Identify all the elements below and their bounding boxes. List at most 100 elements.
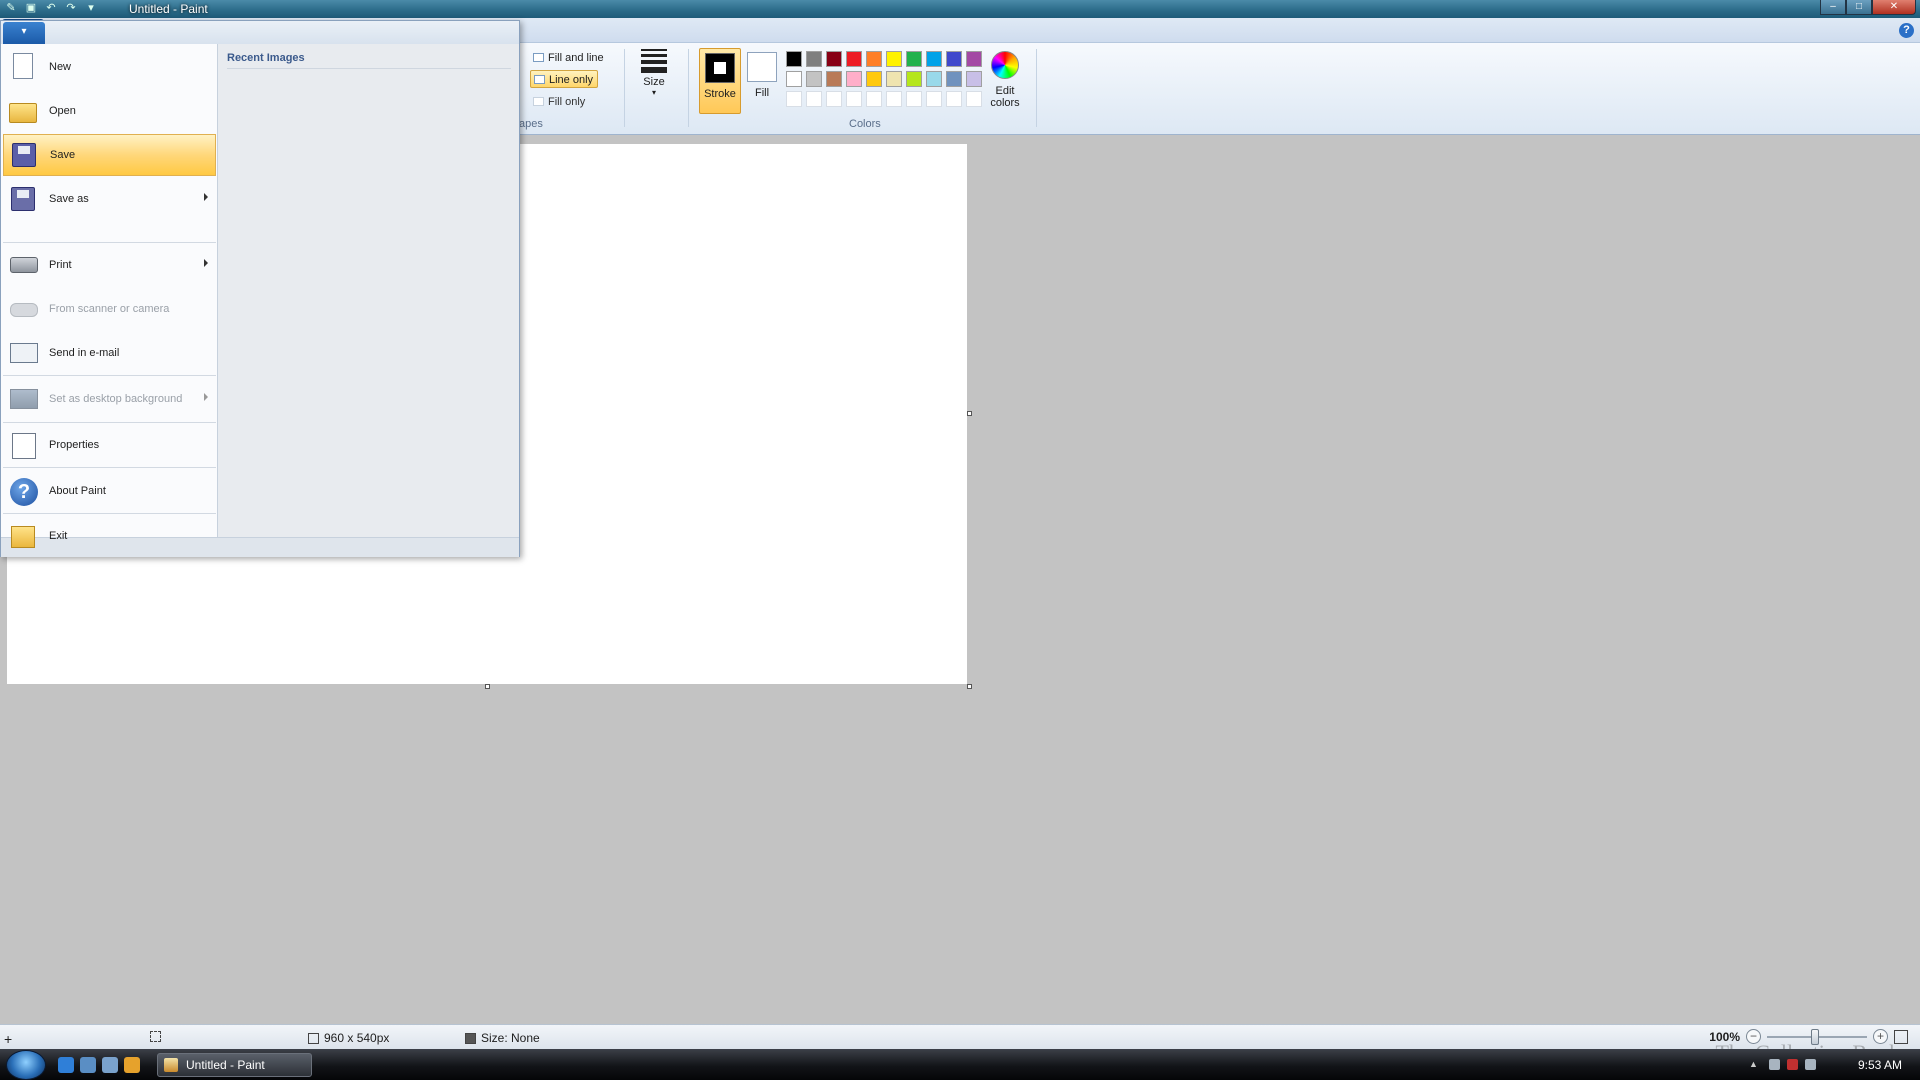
switch-windows-icon[interactable] <box>102 1057 118 1073</box>
menu-separator <box>3 513 216 514</box>
paint-app-icon[interactable]: ✎ <box>4 1 18 15</box>
menu-item-send-email[interactable]: Send in e-mail <box>3 332 216 374</box>
palette-color-swatch[interactable] <box>946 91 962 107</box>
exit-icon <box>7 520 41 552</box>
clock[interactable]: 9:53 AM <box>1858 1058 1902 1072</box>
size-button[interactable]: Size ▾ <box>636 49 672 109</box>
menu-separator <box>3 467 216 468</box>
palette-color-swatch[interactable] <box>946 51 962 67</box>
quick-access-toolbar: ✎ ▣ ↶ ↷ ▾ <box>4 1 98 15</box>
save-icon[interactable]: ▣ <box>24 1 38 15</box>
palette-color-swatch[interactable] <box>966 71 982 87</box>
palette-color-swatch[interactable] <box>826 51 842 67</box>
show-desktop-icon[interactable] <box>80 1057 96 1073</box>
palette-color-swatch[interactable] <box>966 51 982 67</box>
palette-color-swatch[interactable] <box>786 71 802 87</box>
menu-item-new[interactable]: New <box>3 46 216 88</box>
menu-item-set-desktop-background[interactable]: Set as desktop background <box>3 378 216 420</box>
fill-label: Fill <box>754 87 770 99</box>
menu-item-save-as[interactable]: Save as <box>3 178 216 220</box>
palette-color-swatch[interactable] <box>926 71 942 87</box>
menu-item-exit[interactable]: Exit <box>3 515 216 557</box>
save-disk-icon <box>8 139 42 171</box>
help-icon: ? <box>7 475 41 507</box>
image-size-readout: 960 x 540px <box>308 1031 389 1045</box>
taskbar: Untitled - Paint ▲ 9:53 AM <box>0 1049 1920 1080</box>
fill-and-line-option[interactable]: Fill and line <box>530 49 608 67</box>
menu-separator <box>3 375 216 376</box>
palette-color-swatch[interactable] <box>826 91 842 107</box>
submenu-arrow-icon <box>204 393 208 401</box>
menu-item-open[interactable]: Open <box>3 90 216 132</box>
application-menu: ▾ Recent Images New Open Save Save as Pr… <box>0 20 520 557</box>
colors-group-label: Colors <box>849 118 881 130</box>
close-button[interactable]: ✕ <box>1872 0 1916 15</box>
palette-color-swatch[interactable] <box>906 51 922 67</box>
palette-color-swatch[interactable] <box>786 51 802 67</box>
palette-color-swatch[interactable] <box>866 91 882 107</box>
window-title: Untitled - Paint <box>129 2 208 16</box>
email-icon <box>7 337 41 369</box>
customize-dropdown-icon[interactable]: ▾ <box>84 1 98 15</box>
palette-color-swatch[interactable] <box>926 91 942 107</box>
menu-item-print[interactable]: Print <box>3 244 216 286</box>
undo-icon[interactable]: ↶ <box>44 1 58 15</box>
app-menu-toggle[interactable]: ▾ <box>3 22 45 44</box>
minimize-button[interactable]: – <box>1820 0 1846 15</box>
taskbar-paint-button[interactable]: Untitled - Paint <box>157 1053 312 1077</box>
size-label: Size <box>643 76 665 88</box>
system-tray: ▲ 9:53 AM <box>1740 1049 1920 1080</box>
resize-handle-corner[interactable] <box>967 684 972 689</box>
media-player-icon[interactable] <box>124 1057 140 1073</box>
palette-color-swatch[interactable] <box>826 71 842 87</box>
palette-color-swatch[interactable] <box>846 91 862 107</box>
redo-icon[interactable]: ↷ <box>64 1 78 15</box>
menu-item-from-scanner[interactable]: From scanner or camera <box>3 288 216 330</box>
network-icon[interactable] <box>1769 1059 1780 1070</box>
menu-item-save[interactable]: Save <box>3 134 216 176</box>
palette-color-swatch[interactable] <box>806 91 822 107</box>
fill-swatch <box>747 52 777 82</box>
palette-color-swatch[interactable] <box>906 71 922 87</box>
recent-images-title: Recent Images <box>227 52 511 69</box>
color-wheel-icon <box>991 51 1019 79</box>
palette-color-swatch[interactable] <box>926 51 942 67</box>
tray-expand-icon[interactable]: ▲ <box>1749 1059 1760 1070</box>
help-icon[interactable]: ? <box>1899 23 1914 38</box>
stroke-color-button[interactable]: Stroke <box>699 48 741 114</box>
palette-color-swatch[interactable] <box>866 51 882 67</box>
fill-only-option[interactable]: Fill only <box>530 93 589 111</box>
menu-item-properties[interactable]: Properties <box>3 424 216 466</box>
resize-handle-bottom[interactable] <box>485 684 490 689</box>
palette-color-swatch[interactable] <box>806 71 822 87</box>
palette-color-swatch[interactable] <box>906 91 922 107</box>
cursor-position: + <box>4 1031 12 1047</box>
printer-icon <box>7 249 41 281</box>
line-only-option[interactable]: Line only <box>530 70 599 88</box>
security-alert-icon[interactable] <box>1787 1059 1798 1070</box>
maximize-button[interactable]: □ <box>1846 0 1872 15</box>
palette-color-swatch[interactable] <box>966 91 982 107</box>
palette-color-swatch[interactable] <box>886 71 902 87</box>
volume-icon[interactable] <box>1805 1059 1816 1070</box>
status-bar: + 960 x 540px Size: None 100% − + <box>0 1024 1920 1049</box>
menu-item-about-paint[interactable]: ? About Paint <box>3 470 216 512</box>
stroke-swatch <box>705 53 735 83</box>
selection-icon <box>150 1031 161 1042</box>
ribbon-separator <box>624 49 625 127</box>
resize-handle-right[interactable] <box>967 411 972 416</box>
palette-color-swatch[interactable] <box>846 71 862 87</box>
edit-colors-button[interactable]: Edit colors <box>984 51 1026 109</box>
palette-color-swatch[interactable] <box>946 71 962 87</box>
palette-color-swatch[interactable] <box>786 91 802 107</box>
internet-explorer-icon[interactable] <box>58 1057 74 1073</box>
palette-color-swatch[interactable] <box>846 51 862 67</box>
fill-color-button[interactable]: Fill <box>744 48 780 114</box>
zoom-slider[interactable] <box>1767 1028 1867 1045</box>
palette-color-swatch[interactable] <box>866 71 882 87</box>
start-button[interactable] <box>6 1050 46 1080</box>
palette-color-swatch[interactable] <box>806 51 822 67</box>
palette-color-swatch[interactable] <box>886 51 902 67</box>
ribbon-separator <box>688 49 689 127</box>
palette-color-swatch[interactable] <box>886 91 902 107</box>
